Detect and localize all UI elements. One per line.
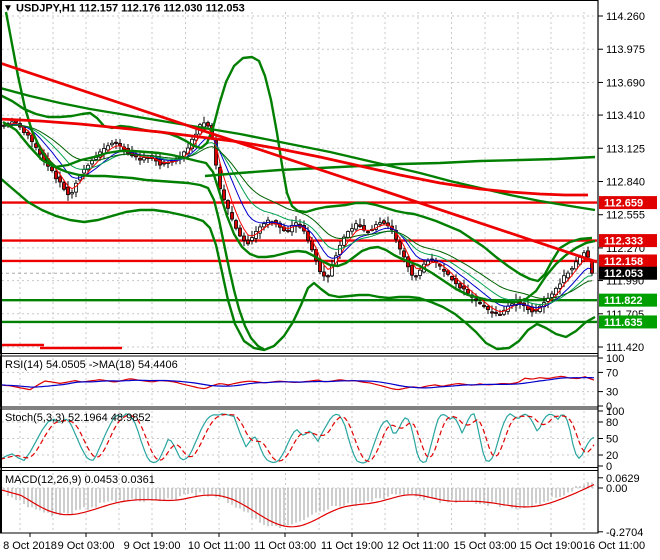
price-tick-label: 113.690 [606, 77, 645, 89]
price-badge-label: 112.333 [604, 236, 643, 248]
time-axis-label: 15 Oct 19:00 [520, 540, 583, 552]
price-badge-label: 111.822 [604, 295, 643, 307]
stoch-label: Stoch(5,3,3) 52.1964 48.9852 [5, 412, 151, 424]
price-tick-label: 113.410 [606, 110, 645, 122]
time-axis-label: 15 Oct 03:00 [454, 540, 517, 552]
symbol-dropdown-icon: ▼ [3, 3, 13, 14]
macd-label: MACD(12,26,9) 0.0453 0.0361 [5, 474, 155, 486]
price-tick-label: 112.555 [606, 210, 645, 222]
chart-window: 114.260 113.975 113.690 113.410 113.125 112.8… [0, 0, 660, 560]
price-tick-label: 113.125 [606, 143, 645, 155]
time-axis-label: 11 Oct 19:00 [321, 540, 383, 552]
indicator-scale-label: 80 [606, 417, 618, 429]
indicator-scale-label: 30 [606, 387, 618, 399]
trading-chart-svg[interactable]: 114.260 113.975 113.690 113.410 113.125 112.8… [0, 0, 660, 560]
price-tick-label: 112.840 [606, 177, 645, 189]
indicator-scale-label: 50 [606, 434, 618, 446]
indicator-scale-label: 0 [606, 461, 612, 473]
time-axis-label: 12 Oct 11:00 [387, 540, 449, 552]
price-badge-label: 112.053 [604, 268, 643, 280]
time-axis-label: 10 Oct 11:00 [188, 540, 250, 552]
time-axis-label: 11 Oct 03:00 [254, 540, 316, 552]
indicator-scale-label: 0.00 [606, 483, 627, 495]
price-badge-label: 112.158 [604, 256, 643, 268]
rsi-label: RSI(14) 54.0505 ->MA(18) 54.4406 [5, 359, 178, 371]
price-badge-label: 112.659 [604, 198, 643, 210]
indicator-scale-label: -0.2704 [606, 527, 643, 539]
time-axis-label: 16 Oct 11:00 [583, 540, 645, 552]
chart-title: USDJPY,H1 112.157 112.176 112.030 112.05… [16, 3, 245, 15]
price-tick-label: 113.975 [606, 44, 645, 56]
price-tick-label: 114.260 [606, 11, 645, 23]
time-axis-label: 9 Oct 19:00 [124, 540, 181, 552]
indicator-scale-label: 100 [606, 353, 624, 365]
price-badge-label: 111.635 [604, 317, 643, 329]
time-axis-label: 9 Oct 03:00 [58, 540, 115, 552]
indicator-scale-label: 70 [606, 367, 618, 379]
time-axis-label: 8 Oct 2018 [3, 540, 57, 552]
